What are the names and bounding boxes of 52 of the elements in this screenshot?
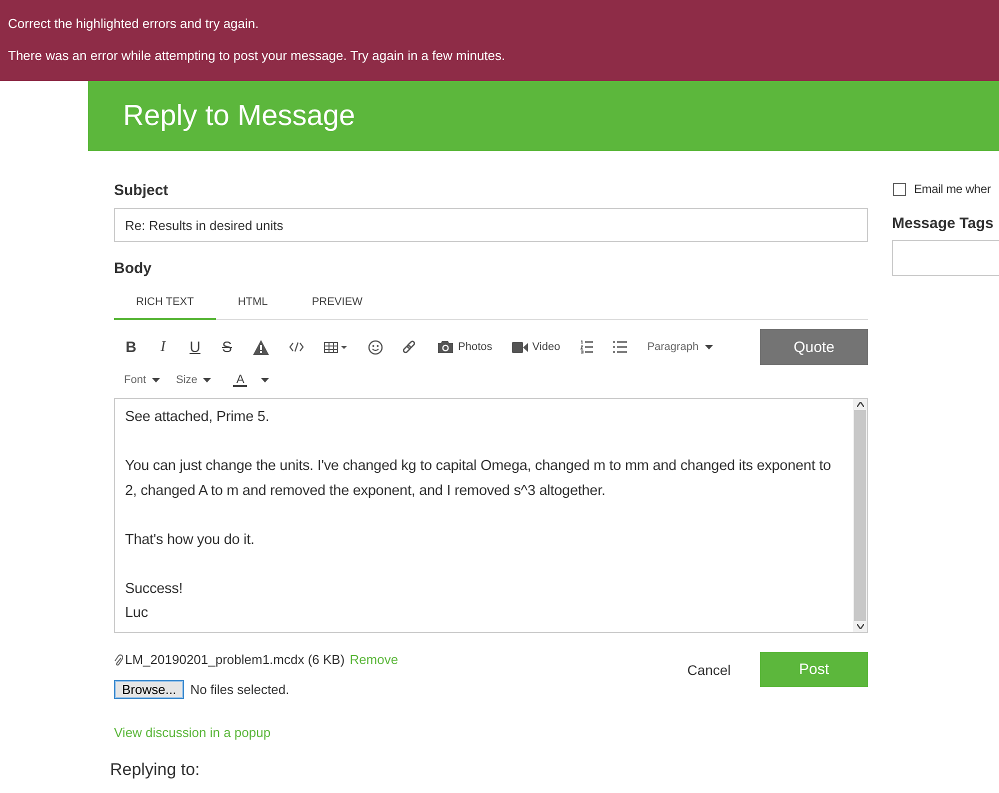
- paperclip-icon: [114, 654, 123, 666]
- editor-tab[interactable]: HTML: [216, 288, 290, 320]
- paragraph-dropdown[interactable]: Paragraph: [647, 341, 713, 353]
- strikethrough-button[interactable]: S: [221, 338, 233, 356]
- warning-icon[interactable]: [253, 340, 269, 354]
- caret-icon[interactable]: [152, 378, 160, 382]
- font-color-button[interactable]: A: [233, 373, 270, 387]
- scroll-up-icon[interactable]: [856, 402, 864, 407]
- video-button[interactable]: Video: [512, 341, 560, 353]
- italic-button[interactable]: I: [157, 338, 169, 356]
- code-icon[interactable]: [289, 342, 304, 352]
- message-text: See attached, Prime 5.: [125, 408, 270, 427]
- message-text: That's how you do it.: [125, 530, 256, 550]
- table-icon[interactable]: [324, 342, 348, 352]
- subject-field[interactable]: Re: Results in desired units: [114, 208, 868, 242]
- scroll-down-icon[interactable]: [856, 624, 864, 629]
- bullet-list-icon[interactable]: [613, 341, 628, 353]
- tags-field[interactable]: [892, 240, 999, 276]
- message-text: You can just change the units. I've changed kg to capital Omega, changed m to mm and changed its exponent to 2, changed A to m and removed the exponent, and I removed s^3 altogether.: [125, 457, 832, 500]
- checkbox-label: Email me wher: [914, 182, 991, 196]
- editor-tab[interactable]: RICH TEXT: [114, 288, 216, 320]
- field-label: Body: [114, 260, 152, 277]
- message-text: Luc: [125, 604, 149, 623]
- browse-button[interactable]: Browse...: [114, 680, 184, 699]
- caret-icon[interactable]: [704, 344, 713, 350]
- checkbox[interactable]: [893, 182, 906, 196]
- error-message: Correct the highlighted errors and try again.: [8, 16, 259, 31]
- video-camera-icon[interactable]: [512, 342, 528, 352]
- replying-heading: Replying to:: [110, 760, 201, 780]
- link-icon[interactable]: [403, 340, 417, 354]
- error-message: There was an error while attempting to post your message. Try again in a few minutes.: [8, 48, 506, 63]
- cancel-button[interactable]: Cancel: [664, 652, 754, 687]
- dropdown[interactable]: Size: [176, 374, 212, 386]
- scrollbar[interactable]: [853, 399, 867, 632]
- caret-icon[interactable]: [203, 378, 212, 382]
- file-status: No files selected.: [190, 682, 290, 697]
- message-editor[interactable]: [114, 398, 868, 633]
- page-title: Reply to Message: [123, 100, 356, 132]
- numbered-list-icon[interactable]: [580, 340, 594, 354]
- emoji-icon[interactable]: [368, 340, 383, 354]
- dropdown[interactable]: Font: [124, 374, 160, 386]
- bold-button[interactable]: B: [125, 338, 137, 356]
- field-label: Message Tags: [892, 215, 994, 232]
- message-text: Success!: [125, 580, 184, 598]
- photos-button[interactable]: Photos: [437, 340, 492, 354]
- attachment-name: LM_20190201_problem1.mcdx (6 KB): [125, 652, 345, 667]
- camera-icon[interactable]: [437, 340, 454, 354]
- field-label: Subject: [114, 182, 168, 199]
- editor-tab[interactable]: PREVIEW: [290, 288, 385, 320]
- quote-button[interactable]: Quote: [760, 329, 868, 365]
- underline-button[interactable]: U: [189, 338, 201, 356]
- caret-icon[interactable]: [261, 378, 270, 382]
